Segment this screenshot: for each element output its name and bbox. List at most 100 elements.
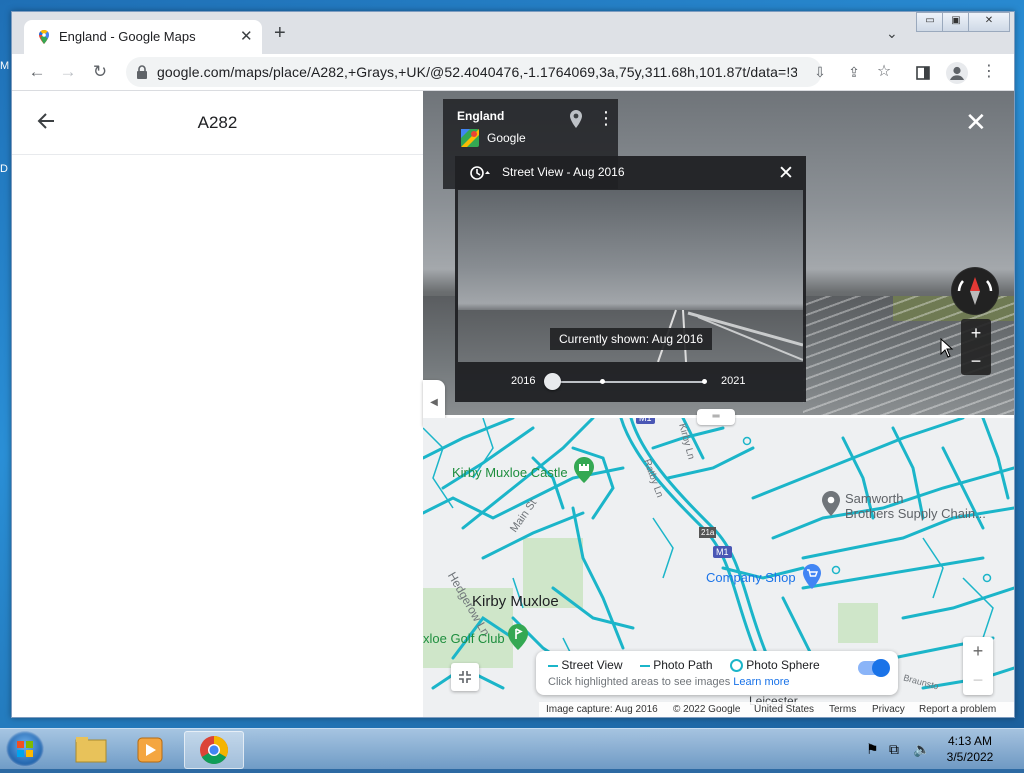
motorway-shield: M1 (713, 546, 732, 558)
location-name: England (457, 109, 505, 123)
junction-label: 21a (699, 527, 717, 538)
address-bar[interactable]: google.com/maps/place/A282,+Grays,+UK/@5… (126, 57, 822, 87)
map-zoom-control: + − (963, 637, 993, 695)
chrome-icon (200, 736, 228, 764)
learn-more-link[interactable]: Learn more (733, 676, 789, 688)
place-pin-icon[interactable] (821, 490, 841, 517)
historical-preview-image[interactable]: Currently shown: Aug 2016 (458, 190, 803, 362)
bookmark-star-icon[interactable]: ☆ (872, 60, 896, 84)
side-panel-header: A282 (12, 91, 423, 155)
time-machine-title: Street View - Aug 2016 (502, 165, 625, 179)
compass-icon[interactable] (951, 267, 999, 315)
system-clock[interactable]: 4:13 AM 3/5/2022 (930, 733, 1010, 765)
year-end-label: 2021 (721, 375, 746, 387)
slider-tick[interactable] (702, 379, 707, 384)
maps-favicon-icon (39, 30, 49, 44)
zoom-in-button[interactable]: + (961, 319, 991, 347)
map-zoom-in-button[interactable]: + (963, 637, 993, 666)
close-street-view-icon[interactable]: ✕ (965, 109, 987, 135)
coverage-toggle[interactable] (858, 659, 890, 677)
privacy-link[interactable]: Privacy (872, 704, 905, 715)
new-tab-button[interactable]: + (274, 23, 286, 43)
maximize-button[interactable]: ▣ (942, 12, 970, 32)
browser-window: England - Google Maps ✕ + ⌄ ▭ ▣ ✕ ← → ↻ … (11, 11, 1015, 718)
clock-date: 3/5/2022 (946, 750, 994, 764)
legend-photo-path: Photo Path (653, 658, 713, 672)
castle-pin-icon[interactable] (573, 456, 595, 484)
tab-title: England - Google Maps (59, 29, 196, 44)
network-icon[interactable]: ⧉ (889, 741, 899, 758)
golf-pin-icon[interactable] (507, 623, 529, 651)
preview-bridge-railing (657, 309, 803, 362)
zoom-out-button[interactable]: − (961, 347, 991, 375)
legend-street-view: Street View (561, 658, 623, 672)
legend-hint: Click highlighted areas to see images Le… (548, 676, 790, 688)
taskbar: ⚑ ⧉ 🔈 4:13 AM 3/5/2022 (0, 728, 1024, 769)
more-options-icon[interactable]: ⋮ (597, 109, 615, 127)
volume-icon[interactable]: 🔈 (913, 741, 930, 758)
map-panel[interactable]: Hedgerow Ln Main St Kirby Ln Ratby Ln M1… (423, 418, 1014, 717)
currently-shown-tooltip: Currently shown: Aug 2016 (550, 328, 713, 350)
poi-label[interactable]: Brothers Supply Chain... (845, 506, 986, 521)
reload-icon[interactable]: ↻ (88, 60, 112, 84)
share-icon[interactable]: ⇪ (842, 60, 866, 84)
map-zoom-out-button[interactable]: − (963, 666, 993, 695)
time-machine-header: Street View - Aug 2016 ✕ (455, 156, 806, 190)
google-maps-logo-icon (461, 129, 479, 147)
forward-arrow-icon[interactable]: → (56, 60, 80, 84)
photo-sphere-circle-icon (729, 659, 743, 673)
browser-tab[interactable]: England - Google Maps ✕ (24, 20, 262, 54)
close-tab-icon[interactable]: ✕ (240, 27, 253, 45)
street-view-zoom-control: + − (961, 319, 991, 375)
motorway-shield: M1 (636, 418, 655, 424)
photo-path-line-icon (639, 664, 650, 667)
golf-label[interactable]: xloe Golf Club (423, 631, 505, 646)
folder-icon (75, 737, 107, 763)
slider-tick[interactable] (600, 379, 605, 384)
year-slider[interactable]: 2016 2021 (455, 362, 806, 402)
lock-icon (137, 65, 147, 79)
map-pin-icon[interactable] (569, 109, 583, 129)
desktop-icon-label: D (0, 163, 8, 175)
mouse-cursor-icon (940, 338, 954, 358)
tab-search-chevron-icon[interactable]: ⌄ (886, 25, 898, 42)
url-text: google.com/maps/place/A282,+Grays,+UK/@5… (157, 64, 797, 80)
menu-kebab-icon[interactable]: ⋮ (977, 60, 1001, 84)
desktop-icon-label: M (0, 60, 10, 72)
report-problem-link[interactable]: Report a problem (919, 704, 996, 715)
page-content: A282 England Google ⋮ ✕ + − Street View … (12, 91, 1014, 717)
media-player-icon (137, 737, 163, 763)
back-arrow-icon[interactable]: ← (25, 60, 49, 84)
split-view-handle[interactable]: ═ (697, 409, 735, 425)
slider-handle[interactable] (544, 373, 561, 390)
provider-name: Google (487, 131, 526, 145)
minimize-button[interactable]: ▭ (916, 12, 944, 32)
collapse-map-button[interactable] (451, 663, 479, 691)
country-link[interactable]: United States (754, 704, 814, 715)
terms-link[interactable]: Terms (829, 704, 856, 715)
close-time-machine-icon[interactable]: ✕ (778, 162, 794, 185)
poi-label[interactable]: Samworth (845, 491, 904, 506)
place-title: A282 (197, 113, 238, 132)
taskbar-explorer[interactable] (62, 731, 118, 767)
side-panel-icon[interactable] (916, 66, 930, 80)
side-panel: A282 (12, 91, 424, 717)
history-clock-icon[interactable] (469, 165, 491, 181)
shop-label[interactable]: Company Shop (706, 570, 796, 585)
close-window-button[interactable]: ✕ (968, 12, 1010, 32)
clock-time: 4:13 AM (947, 734, 993, 748)
taskbar-chrome[interactable] (184, 731, 244, 769)
castle-label[interactable]: Kirby Muxloe Castle (452, 465, 568, 480)
start-button[interactable] (6, 731, 44, 767)
town-label: Kirby Muxloe (472, 593, 559, 610)
install-app-icon[interactable]: ⇩ (808, 60, 832, 84)
action-center-flag-icon[interactable]: ⚑ (866, 741, 879, 758)
taskbar-media-player[interactable] (122, 731, 178, 767)
time-machine-popup: Street View - Aug 2016 ✕ Currently shown… (455, 156, 806, 402)
legend-hint-text: Click highlighted areas to see images (548, 676, 731, 688)
street-view-panel[interactable]: England Google ⋮ ✕ + − Street View - Aug… (423, 91, 1014, 415)
map-footer: Image capture: Aug 2016 © 2022 Google Un… (539, 702, 1014, 717)
shopping-pin-icon[interactable] (802, 563, 822, 590)
slider-track[interactable] (553, 381, 705, 383)
profile-avatar-icon[interactable] (946, 62, 968, 84)
